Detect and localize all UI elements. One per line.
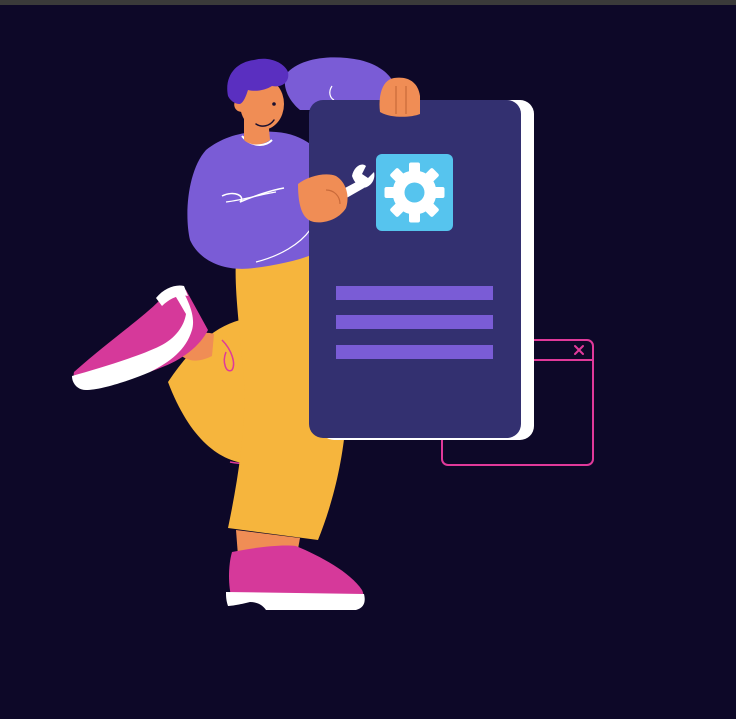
text-line-2 — [336, 315, 493, 329]
settings-panel — [309, 100, 534, 440]
settings-illustration — [72, 57, 594, 610]
front-shoe-sole — [226, 592, 365, 610]
eye — [272, 102, 276, 106]
text-line-1 — [336, 286, 493, 300]
close-icon — [574, 345, 584, 355]
top-hand — [379, 77, 420, 117]
text-line-3 — [336, 345, 493, 359]
head — [227, 58, 289, 145]
panel-body — [309, 100, 521, 438]
illustration-canvas — [0, 0, 736, 719]
gear-tile — [376, 154, 453, 231]
gear-icon — [384, 162, 445, 223]
